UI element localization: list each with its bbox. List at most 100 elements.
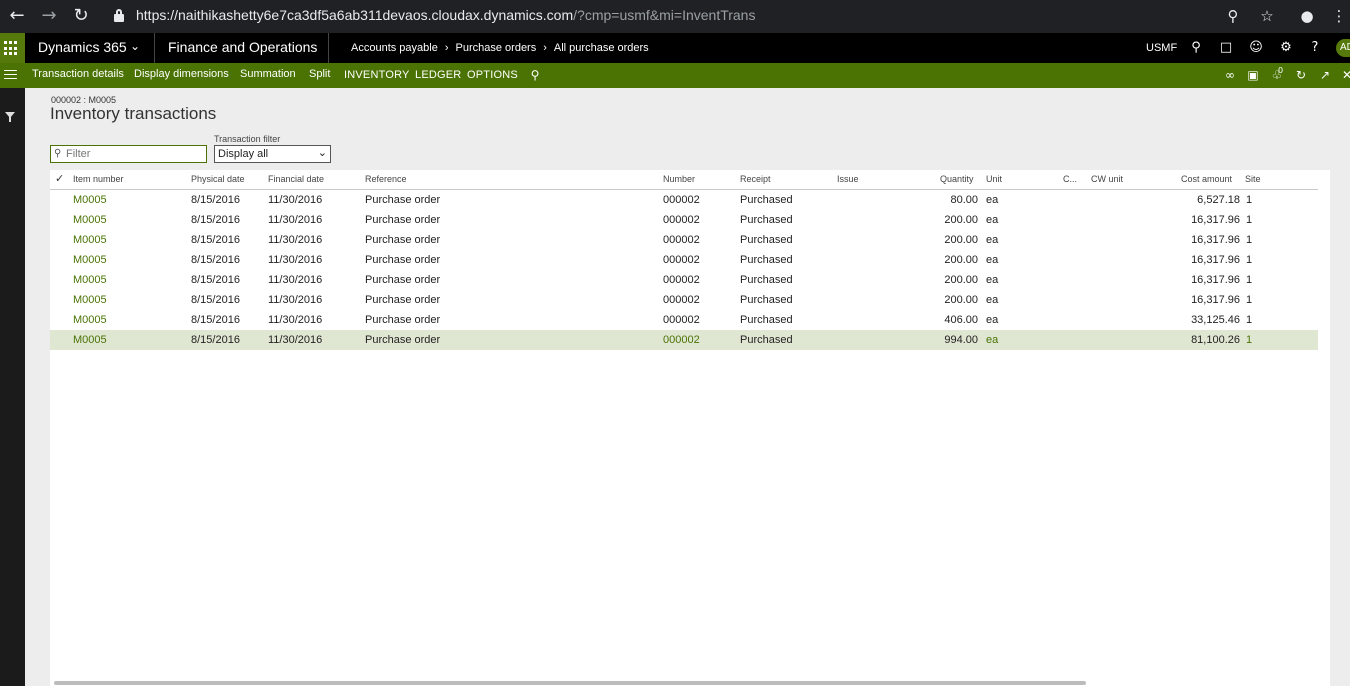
header-divider	[154, 33, 155, 63]
transactions-grid: ✓ Item number Physical date Financial da…	[50, 170, 1330, 686]
open-in-new-window-icon[interactable]: ↗	[1316, 66, 1334, 84]
summation-button[interactable]: Summation	[240, 68, 296, 80]
breadcrumb: Accounts payable › Purchase orders › All pur…	[351, 42, 649, 54]
company-picker[interactable]: USMF	[1146, 42, 1177, 54]
cell-receipt: Purchased	[740, 234, 793, 246]
attachment-icon[interactable]: ♧	[1268, 66, 1286, 84]
display-dimensions-button[interactable]: Display dimensions	[134, 68, 229, 80]
cell-site: 1	[1246, 234, 1253, 246]
forward-arrow-icon[interactable]: →	[38, 5, 60, 27]
navigation-rail	[0, 88, 25, 686]
filter-box[interactable]: ⚲	[50, 145, 207, 163]
back-arrow-icon[interactable]: ←	[6, 5, 28, 27]
breadcrumb-item[interactable]: All purchase orders	[554, 42, 649, 54]
reload-icon[interactable]: ↻	[70, 5, 92, 27]
cell-item-number[interactable]: M0005	[73, 314, 107, 326]
transaction-filter-select[interactable]: Display all ⌄	[214, 145, 331, 163]
filter-input[interactable]	[66, 147, 204, 161]
cell-item-number[interactable]: M0005	[73, 234, 107, 246]
browser-menu-icon[interactable]: ⋮	[1328, 5, 1350, 27]
cell-item-number[interactable]: M0005	[73, 194, 107, 206]
address-bar[interactable]: https://naithikashetty6e7ca3df5a6ab311de…	[104, 3, 1288, 29]
column-header-quantity[interactable]: Quantity	[940, 174, 974, 184]
cell-item-number[interactable]: M0005	[73, 254, 107, 266]
zoom-icon[interactable]: ⚲	[1222, 5, 1244, 27]
brand-name[interactable]: Dynamics 365	[38, 39, 127, 55]
search-icon[interactable]: ⚲	[526, 66, 544, 84]
column-header-number[interactable]: Number	[663, 174, 695, 184]
cell-receipt: Purchased	[740, 214, 793, 226]
cell-physical-date: 8/15/2016	[191, 334, 240, 346]
cell-financial-date: 11/30/2016	[268, 234, 323, 246]
table-row[interactable]: M0005 8/15/2016 11/30/2016 Purchase order 00…	[50, 210, 1318, 230]
transaction-details-button[interactable]: Transaction details	[32, 68, 124, 80]
cell-cost-amount: 16,317.96	[1191, 254, 1240, 266]
office-icon[interactable]: ▣	[1244, 66, 1262, 84]
cell-receipt: Purchased	[740, 194, 793, 206]
tab-ledger[interactable]: LEDGER	[415, 69, 461, 81]
cell-item-number[interactable]: M0005	[73, 334, 107, 346]
cell-quantity: 200.00	[944, 254, 978, 266]
column-header-cost-amount[interactable]: Cost amount	[1181, 174, 1232, 184]
action-pane: Transaction details Display dimensions S…	[0, 63, 1350, 88]
tab-inventory[interactable]: INVENTORY	[344, 69, 410, 81]
link-icon[interactable]: ∞	[1221, 66, 1239, 84]
cell-financial-date: 11/30/2016	[268, 314, 323, 326]
table-row[interactable]: M0005 8/15/2016 11/30/2016 Purchase order 00…	[50, 330, 1318, 350]
cell-unit: ea	[986, 214, 999, 226]
column-header-issue[interactable]: Issue	[837, 174, 859, 184]
help-icon[interactable]: ?	[1305, 38, 1325, 58]
column-header-c[interactable]: C...	[1063, 174, 1077, 184]
star-icon[interactable]: ☆	[1256, 5, 1278, 27]
table-row[interactable]: M0005 8/15/2016 11/30/2016 Purchase order 00…	[50, 310, 1318, 330]
cell-cost-amount: 6,527.18	[1197, 194, 1240, 206]
cell-unit: ea	[986, 294, 999, 306]
hamburger-menu-icon[interactable]	[4, 70, 17, 80]
column-header-item-number[interactable]: Item number	[73, 174, 124, 184]
table-row[interactable]: M0005 8/15/2016 11/30/2016 Purchase order 00…	[50, 190, 1318, 210]
chevron-down-icon: ⌄	[317, 146, 327, 159]
cell-receipt: Purchased	[740, 294, 793, 306]
horizontal-scrollbar[interactable]	[54, 681, 1086, 685]
column-header-receipt[interactable]: Receipt	[740, 174, 771, 184]
column-header-unit[interactable]: Unit	[986, 174, 1002, 184]
cell-item-number[interactable]: M0005	[73, 294, 107, 306]
cell-cost-amount: 16,317.96	[1191, 234, 1240, 246]
url-text[interactable]: https://naithikashetty6e7ca3df5a6ab311de…	[136, 7, 755, 23]
table-row[interactable]: M0005 8/15/2016 11/30/2016 Purchase order 00…	[50, 270, 1318, 290]
split-button[interactable]: Split	[309, 68, 330, 80]
breadcrumb-item[interactable]: Accounts payable	[351, 42, 438, 54]
incognito-icon[interactable]: ●	[1296, 5, 1318, 27]
lock-icon	[114, 9, 124, 22]
search-icon: ⚲	[54, 148, 62, 159]
column-header-physical-date[interactable]: Physical date	[191, 174, 245, 184]
column-header-reference[interactable]: Reference	[365, 174, 407, 184]
close-icon[interactable]: ✕	[1338, 66, 1350, 84]
column-header-financial-date[interactable]: Financial date	[268, 174, 324, 184]
refresh-icon[interactable]: ↻	[1292, 66, 1310, 84]
cell-item-number[interactable]: M0005	[73, 274, 107, 286]
select-all-checkmark-icon[interactable]: ✓	[55, 172, 64, 185]
cell-site: 1	[1246, 214, 1253, 226]
gear-icon[interactable]: ⚙	[1276, 38, 1296, 58]
cell-item-number[interactable]: M0005	[73, 214, 107, 226]
avatar[interactable]: AD	[1336, 39, 1350, 57]
breadcrumb-item[interactable]: Purchase orders	[456, 42, 537, 54]
search-icon[interactable]: ⚲	[1186, 38, 1206, 58]
message-icon[interactable]: □	[1216, 38, 1236, 58]
cell-unit: ea	[986, 234, 999, 246]
table-row[interactable]: M0005 8/15/2016 11/30/2016 Purchase order 00…	[50, 290, 1318, 310]
column-header-site[interactable]: Site	[1245, 174, 1261, 184]
column-header-cw-unit[interactable]: CW unit	[1091, 174, 1123, 184]
table-row[interactable]: M0005 8/15/2016 11/30/2016 Purchase order 00…	[50, 230, 1318, 250]
app-launcher-icon[interactable]	[0, 33, 25, 63]
feedback-smiley-icon[interactable]: ☺	[1246, 38, 1266, 58]
cell-number: 000002	[663, 314, 700, 326]
tab-options[interactable]: OPTIONS	[467, 69, 518, 81]
cell-cost-amount: 33,125.46	[1191, 314, 1240, 326]
filter-funnel-icon[interactable]	[5, 112, 15, 122]
chevron-down-icon[interactable]: ⌄	[130, 39, 140, 53]
cell-receipt: Purchased	[740, 274, 793, 286]
cell-physical-date: 8/15/2016	[191, 254, 240, 266]
table-row[interactable]: M0005 8/15/2016 11/30/2016 Purchase order 00…	[50, 250, 1318, 270]
